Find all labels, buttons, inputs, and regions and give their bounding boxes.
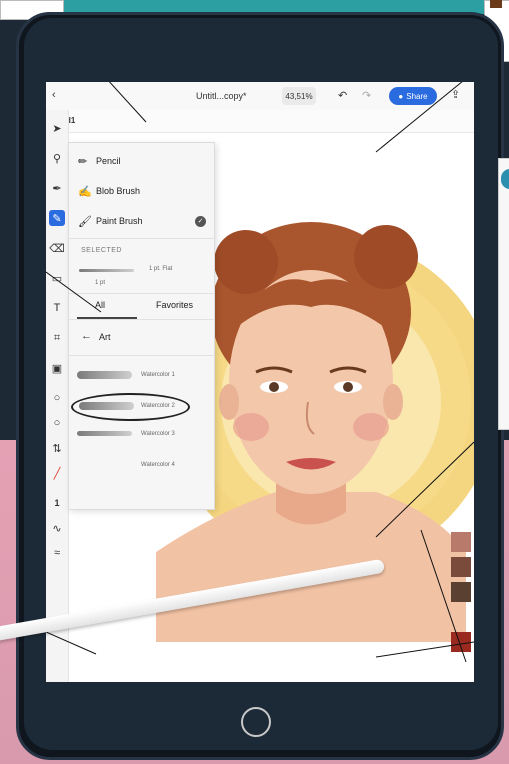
selection-arrow-icon[interactable]: ➤ [49,120,65,136]
thumbnail-avatar [501,169,509,189]
brush-label: Watercolor 4 [141,462,175,468]
brush-label: Watercolor 2 [141,403,175,409]
pen-tool-icon[interactable]: ✒ [49,180,65,196]
stroke-profile-icon[interactable]: ∿ [49,520,65,536]
back-icon[interactable]: ‹ [52,89,56,101]
paint-brush-icon: 🖌 [78,215,92,228]
divider [69,319,214,320]
selected-stroke-label: 1 pt. Flat [149,266,173,272]
color-swatch[interactable] [451,557,471,577]
category-label: Art [99,332,111,342]
rectangle-tool-icon[interactable]: ▭ [49,270,65,286]
callout-marker-top-right [490,0,502,8]
selected-stroke-preview [79,269,134,272]
undo-icon[interactable]: ↶ [338,89,347,102]
tool-paint-brush[interactable]: 🖌 Paint Brush ✓ [69,206,214,236]
person-icon: ● [398,91,404,101]
tab-favorites[interactable]: Favorites [156,300,193,310]
eraser-icon[interactable]: ⌫ [49,240,65,256]
tool-label: Paint Brush [96,216,143,226]
redo-icon[interactable]: ↷ [362,89,371,102]
back-arrow-icon[interactable]: ← [81,330,92,342]
export-icon[interactable]: ⇪ [451,88,460,101]
stroke-size[interactable]: 1 [49,495,65,511]
brush-label: Watercolor 3 [141,431,175,437]
selected-size: 1 pt [95,280,106,286]
checkmark-icon: ✓ [195,215,206,227]
pencil-icon: ✏ [78,155,88,168]
top-bar: ‹ Untitl...copy* 43,51% ↶ ↷ ● Share ⇪ [46,82,474,111]
crop-tool-icon[interactable]: ⌗ [49,330,65,346]
layer-bar: d1 [46,110,474,133]
image-tool-icon[interactable]: ▣ [49,360,65,376]
brush-tool-icon[interactable]: ✎ [49,210,65,226]
tool-blob-brush[interactable]: ✍ Blob Brush [69,176,214,206]
blob-brush-icon: ✍ [78,185,92,198]
divider [69,238,214,239]
color-swatch[interactable] [451,532,471,552]
tab-all[interactable]: All [95,300,105,310]
document-title[interactable]: Untitl...copy* [196,91,247,101]
zoom-indicator[interactable]: 43,51% [282,87,316,105]
brush-watercolor-3[interactable]: Watercolor 3 [69,421,214,449]
divider [69,293,214,294]
brush-stroke-preview [77,371,132,379]
direct-select-icon[interactable]: ⚲ [49,150,65,166]
selected-header: SELECTED [81,247,122,254]
brush-stroke-preview [77,431,132,436]
color-swatch[interactable] [451,632,471,652]
brush-panel: ✏ Pencil ✍ Blob Brush 🖌 Paint Brush ✓ SE… [68,142,215,510]
type-tool-icon[interactable]: T [49,300,65,316]
tool-label: Pencil [96,156,121,166]
divider [69,355,214,356]
color-swatch[interactable] [451,582,471,602]
tool-label: Blob Brush [96,186,141,196]
fill-color-icon[interactable]: ○ [49,390,65,406]
path-tool-icon[interactable]: ≈ [49,545,65,561]
home-button[interactable] [241,707,271,737]
share-button[interactable]: ● Share [389,87,437,105]
swap-colors-icon[interactable]: ⇅ [49,440,65,456]
tool-pencil[interactable]: ✏ Pencil [69,146,214,176]
thumbnail-card [498,158,509,430]
brush-label: Watercolor 1 [141,372,175,378]
brush-watercolor-1[interactable]: Watercolor 1 [69,361,214,389]
left-toolbar: ➤ ⚲ ✒ ✎ ⌫ ▭ T ⌗ ▣ ○ ○ ⇅ ╱ 1 ∿ ≈ [46,110,69,682]
stroke-color-icon[interactable]: ○ [49,415,65,431]
brush-watercolor-2[interactable]: Watercolor 2 [69,391,214,421]
brush-stroke-preview [79,402,134,410]
share-label: Share [406,91,428,101]
stroke-line-icon[interactable]: ╱ [49,465,65,481]
brush-watercolor-4[interactable]: Watercolor 4 [69,451,214,479]
